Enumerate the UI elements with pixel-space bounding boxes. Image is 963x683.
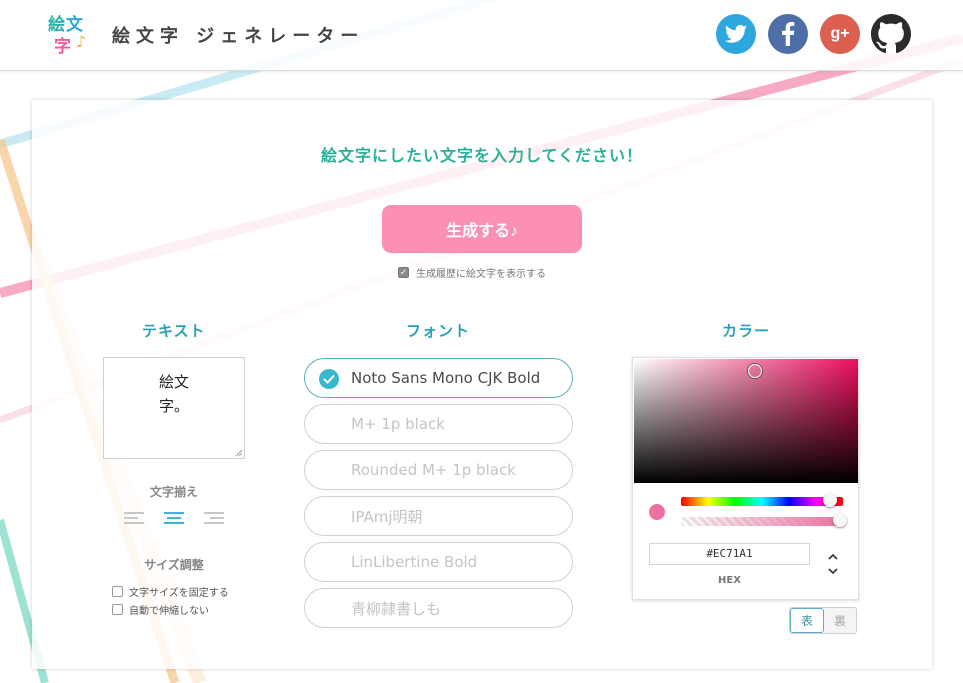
app-logo[interactable]: 絵 文 字 ♪ xyxy=(48,10,94,60)
no-stretch-label: 自動で伸縮しない xyxy=(129,606,209,617)
alpha-slider[interactable] xyxy=(681,517,843,526)
no-stretch-option[interactable]: 自動で伸縮しない xyxy=(112,602,209,617)
font-option-label: LinLibertine Bold xyxy=(351,553,478,571)
align-left-icon[interactable] xyxy=(124,512,146,528)
fixed-size-label: 文字サイズを固定する xyxy=(129,588,229,599)
facebook-share-button[interactable] xyxy=(768,14,808,54)
current-color-swatch xyxy=(649,504,665,520)
font-option-label: Rounded M+ 1p black xyxy=(351,461,516,479)
color-section-title: カラー xyxy=(722,322,771,340)
logo-note: ♪ xyxy=(76,32,87,51)
align-center-icon[interactable] xyxy=(163,512,185,528)
font-option-label: Noto Sans Mono CJK Bold xyxy=(351,369,541,387)
google-plus-icon: g+ xyxy=(830,25,850,42)
color-picker-handle[interactable] xyxy=(748,364,762,378)
font-section-title: フォント xyxy=(406,322,471,340)
font-option-label: M+ 1p black xyxy=(351,415,445,433)
alpha-slider-handle[interactable] xyxy=(833,513,847,527)
color-picker: #EC71A1 HEX xyxy=(632,357,859,600)
google-plus-share-button[interactable]: g+ xyxy=(820,14,860,54)
github-link-button[interactable] xyxy=(871,14,911,54)
side-toggle: 表 裏 xyxy=(789,607,857,634)
font-option-label: 青柳隷書しも xyxy=(351,599,442,618)
saturation-value-area[interactable] xyxy=(634,359,858,483)
font-option-aoyagi-reisho[interactable]: 青柳隷書しも xyxy=(304,588,573,628)
emoji-text-input[interactable]: 絵文 字。 xyxy=(103,357,245,459)
font-option-noto-sans-mono[interactable]: Noto Sans Mono CJK Bold xyxy=(304,358,573,398)
font-option-label: IPAmj明朝 xyxy=(351,507,423,526)
app-header: 絵 文 字 ♪ 絵文字 ジェネレーター g+ xyxy=(0,0,963,71)
app-title: 絵文字 ジェネレーター xyxy=(112,26,365,47)
generator-card: 絵文字にしたい文字を入力してください！ 生成する♪ ✓ 生成履歴に絵文字を表示す… xyxy=(32,100,932,669)
logo-char-3: 字 xyxy=(54,37,71,57)
history-label: 生成履歴に絵文字を表示する xyxy=(416,269,546,280)
input-prompt: 絵文字にしたい文字を入力してください！ xyxy=(320,146,644,165)
hue-slider[interactable] xyxy=(681,497,843,506)
hex-color-input[interactable]: #EC71A1 xyxy=(649,543,810,565)
fixed-size-checkbox[interactable] xyxy=(112,586,123,597)
fixed-size-option[interactable]: 文字サイズを固定する xyxy=(112,584,229,599)
font-option-linlibertine[interactable]: LinLibertine Bold xyxy=(304,542,573,582)
font-option-ipamj-mincho[interactable]: IPAmj明朝 xyxy=(304,496,573,536)
resize-grip-icon[interactable] xyxy=(235,449,243,457)
generate-button[interactable]: 生成する♪ xyxy=(382,205,582,253)
history-checkbox[interactable]: ✓ xyxy=(398,267,409,278)
github-octocat-icon xyxy=(871,14,911,54)
text-section-title: テキスト xyxy=(142,322,206,340)
hex-format-label: HEX xyxy=(718,575,741,586)
align-right-icon[interactable] xyxy=(202,512,224,528)
align-title: 文字揃え xyxy=(149,485,198,499)
no-stretch-checkbox[interactable] xyxy=(112,604,123,615)
size-adjust-title: サイズ調整 xyxy=(144,558,204,572)
format-toggle-chevrons-icon[interactable] xyxy=(826,550,840,578)
twitter-bird-icon xyxy=(725,24,747,43)
facebook-f-icon xyxy=(782,22,795,46)
twitter-share-button[interactable] xyxy=(716,14,756,54)
page-root: 絵 文 字 ♪ 絵文字 ジェネレーター g+ 絵文字にしたい文字を入力してくださ… xyxy=(0,0,963,683)
font-option-rounded-mplus[interactable]: Rounded M+ 1p black xyxy=(304,450,573,490)
font-option-mplus-1p[interactable]: M+ 1p black xyxy=(304,404,573,444)
check-icon xyxy=(319,369,339,389)
back-side-button[interactable]: 裏 xyxy=(824,608,856,633)
history-option[interactable]: ✓ 生成履歴に絵文字を表示する xyxy=(398,265,546,280)
hue-slider-handle[interactable] xyxy=(823,493,837,507)
front-side-button[interactable]: 表 xyxy=(790,608,824,633)
